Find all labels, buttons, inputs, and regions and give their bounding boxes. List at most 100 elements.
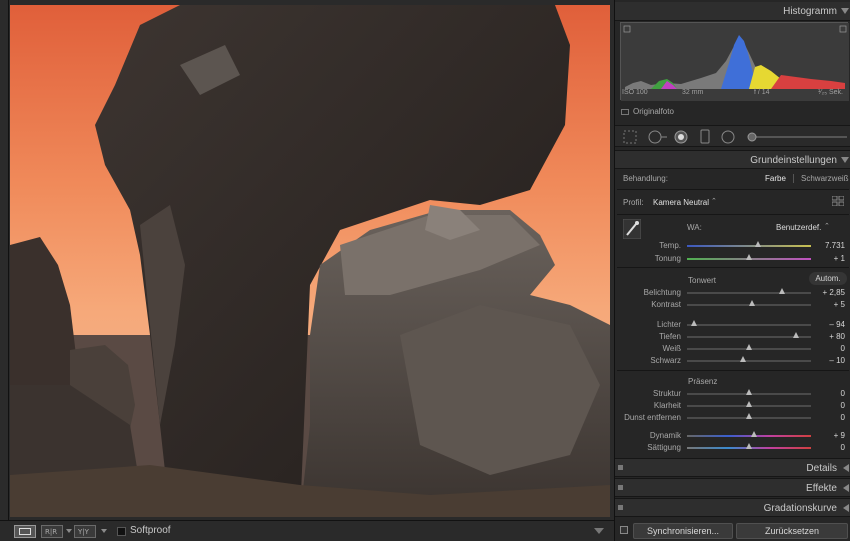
details-panel-header[interactable]: Details xyxy=(615,458,850,477)
highlights-value[interactable]: – 94 xyxy=(829,320,845,329)
dehaze-slider-thumb[interactable] xyxy=(746,413,752,419)
tint-value[interactable]: + 1 xyxy=(834,254,845,263)
graduated-filter-icon[interactable] xyxy=(700,129,710,144)
vibrance-slider-thumb[interactable] xyxy=(751,431,757,437)
toolbar-menu-icon[interactable] xyxy=(594,528,604,534)
divider xyxy=(617,267,849,268)
treatment-label: Behandlung: xyxy=(623,174,668,183)
curve-panel-header[interactable]: Gradationskurve xyxy=(615,498,850,517)
exposure-value[interactable]: + 2,85 xyxy=(823,288,845,297)
expand-icon[interactable] xyxy=(843,464,849,472)
presence-group-title: Präsenz xyxy=(688,377,718,386)
saturation-value[interactable]: 0 xyxy=(841,443,845,452)
curve-panel-title: Gradationskurve xyxy=(763,503,837,514)
sync-button[interactable]: Synchronisieren... xyxy=(633,523,733,539)
auto-sync-toggle[interactable] xyxy=(620,526,628,534)
white-balance-picker-icon[interactable] xyxy=(622,218,642,240)
original-photo-toggle[interactable]: Originalfoto xyxy=(621,107,674,116)
expand-icon[interactable] xyxy=(843,504,849,512)
before-after-icon: R|R xyxy=(45,528,58,536)
collapse-icon[interactable] xyxy=(841,157,849,163)
dehaze-value[interactable]: 0 xyxy=(841,413,845,422)
wb-dropdown-icon[interactable]: ⌃ xyxy=(824,222,830,230)
loupe-view-icon xyxy=(19,528,31,535)
red-eye-icon[interactable] xyxy=(674,130,688,144)
panel-toggle-icon[interactable] xyxy=(618,485,623,490)
shutter-value: ¹⁄₂₅ Sek. xyxy=(818,89,843,96)
original-photo-checkbox[interactable] xyxy=(621,108,629,115)
reset-button[interactable]: Zurücksetzen xyxy=(736,523,848,539)
panel-toggle-icon[interactable] xyxy=(618,465,623,470)
crop-tool-icon[interactable] xyxy=(623,130,637,144)
contrast-label: Kontrast xyxy=(651,300,681,309)
left-panel-collapsed[interactable] xyxy=(0,0,9,520)
clarity-slider-thumb[interactable] xyxy=(746,401,752,407)
blacks-slider-thumb[interactable] xyxy=(740,356,746,362)
photo-image[interactable] xyxy=(10,5,610,517)
temp-slider-thumb[interactable] xyxy=(755,241,761,247)
compare-view-icon: Y|Y xyxy=(78,528,89,536)
exposure-label: Belichtung xyxy=(643,288,681,297)
effects-panel-header[interactable]: Effekte xyxy=(615,478,850,497)
spot-removal-icon[interactable] xyxy=(648,130,667,144)
divider xyxy=(617,214,849,215)
highlights-slider-track[interactable] xyxy=(687,324,811,326)
saturation-slider-thumb[interactable] xyxy=(746,443,752,449)
blacks-slider-track[interactable] xyxy=(687,360,811,362)
texture-value[interactable]: 0 xyxy=(841,389,845,398)
basic-panel-title: Grundeinstellungen xyxy=(750,155,837,166)
contrast-value[interactable]: + 5 xyxy=(834,300,845,309)
treatment-bw-option[interactable]: Schwarzweiß xyxy=(801,174,849,183)
photo-viewer xyxy=(0,0,614,520)
shadows-value[interactable]: + 80 xyxy=(829,332,845,341)
compare-dropdown-icon[interactable] xyxy=(101,529,107,533)
clarity-value[interactable]: 0 xyxy=(841,401,845,410)
tint-slider-thumb[interactable] xyxy=(746,254,752,260)
exposure-slider-track[interactable] xyxy=(687,292,811,294)
shadows-label: Tiefen xyxy=(659,332,681,341)
adjustment-brush-icon[interactable] xyxy=(747,132,847,142)
panel-toggle-icon[interactable] xyxy=(618,505,623,510)
wb-dropdown[interactable]: Benutzerdef. xyxy=(776,223,821,232)
profile-dropdown[interactable]: Kamera Neutral xyxy=(653,198,709,207)
temp-value[interactable]: 7.731 xyxy=(825,241,845,250)
expand-icon[interactable] xyxy=(843,484,849,492)
highlights-slider-thumb[interactable] xyxy=(691,320,697,326)
profile-dropdown-icon[interactable]: ⌃ xyxy=(711,197,717,205)
exposure-slider-thumb[interactable] xyxy=(779,288,785,294)
treatment-color-option[interactable]: Farbe xyxy=(765,174,786,183)
loupe-view-button[interactable] xyxy=(14,525,36,538)
shadows-slider-thumb[interactable] xyxy=(793,332,799,338)
before-after-dropdown-icon[interactable] xyxy=(66,529,72,533)
texture-slider-thumb[interactable] xyxy=(746,389,752,395)
wb-label: WA: xyxy=(687,223,702,232)
dehaze-label: Dunst entfernen xyxy=(624,413,681,422)
histogram-title: Histogramm xyxy=(783,6,837,17)
tint-label: Tonung xyxy=(654,254,681,263)
softproof-checkbox[interactable] xyxy=(117,527,126,536)
temp-slider-track[interactable] xyxy=(687,245,811,247)
compare-view-button[interactable]: Y|Y xyxy=(74,525,96,538)
whites-slider-thumb[interactable] xyxy=(746,344,752,350)
before-after-button[interactable]: R|R xyxy=(41,525,63,538)
contrast-slider-thumb[interactable] xyxy=(749,300,755,306)
profile-browser-icon[interactable] xyxy=(831,195,845,207)
radial-filter-icon[interactable] xyxy=(721,130,735,144)
tool-strip xyxy=(615,125,850,147)
whites-label: Weiß xyxy=(662,344,681,353)
softproof-label: Softproof xyxy=(130,525,171,536)
saturation-label: Sättigung xyxy=(647,443,681,452)
auto-tone-button[interactable]: Autom. xyxy=(809,272,847,285)
vibrance-slider-track[interactable] xyxy=(687,435,811,437)
vibrance-value[interactable]: + 9 xyxy=(834,431,845,440)
temp-label: Temp. xyxy=(659,241,681,250)
divider xyxy=(617,370,849,371)
blacks-value[interactable]: – 10 xyxy=(829,356,845,365)
profile-label: Profil: xyxy=(623,198,644,207)
whites-value[interactable]: 0 xyxy=(841,344,845,353)
histogram[interactable] xyxy=(620,22,849,101)
basic-panel-header[interactable]: Grundeinstellungen xyxy=(615,150,850,169)
collapse-icon[interactable] xyxy=(841,8,849,14)
highlights-label: Lichter xyxy=(656,320,681,329)
histogram-header[interactable]: Histogramm xyxy=(615,2,850,21)
